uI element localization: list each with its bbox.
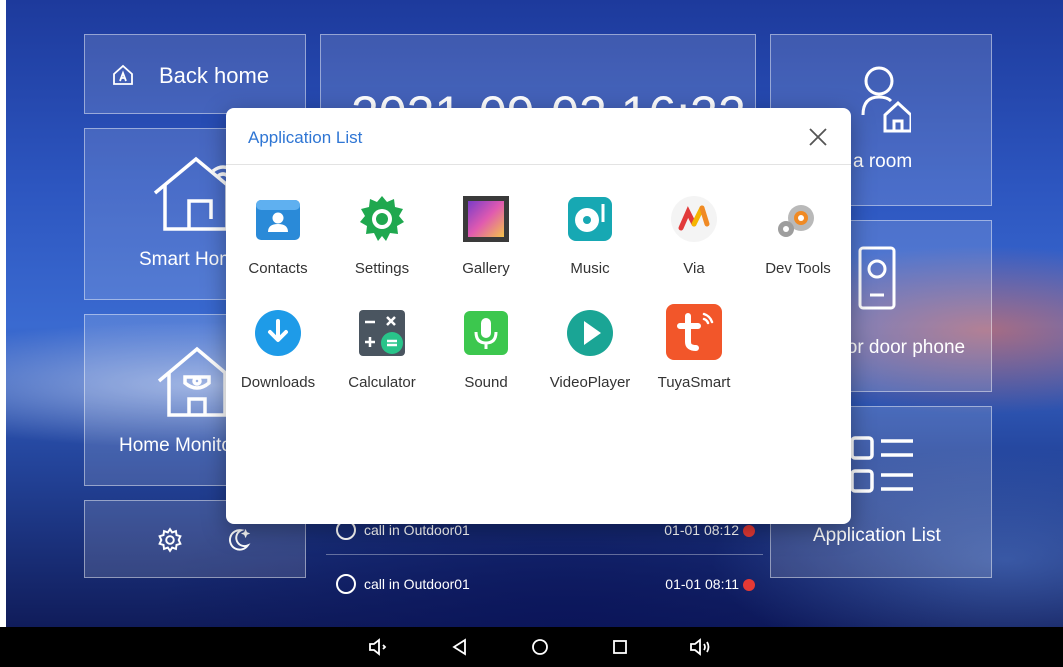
app-calculator[interactable]: Calculator (332, 308, 432, 408)
app-label: Calculator (348, 374, 416, 391)
gallery-icon (463, 196, 509, 242)
volume-down-icon[interactable] (366, 635, 390, 659)
music-icon (568, 197, 612, 241)
settings-icon (360, 196, 404, 241)
app-label: Gallery (462, 260, 510, 277)
dev-tools-icon (778, 205, 814, 237)
app-contacts[interactable]: Contacts (228, 194, 328, 294)
contacts-icon (256, 200, 300, 240)
sound-recorder-icon (464, 311, 508, 355)
app-label: Settings (354, 260, 410, 277)
app-label: Dev Tools (765, 260, 831, 277)
app-via[interactable]: Via (644, 194, 744, 294)
app-label: Contacts (248, 260, 308, 277)
app-label: Downloads (240, 374, 316, 391)
app-label: TuyaSmart (657, 374, 731, 391)
unread-badge (743, 579, 755, 591)
record-divider (326, 554, 763, 555)
call-record-time: 01-01 08:11 (665, 576, 739, 592)
app-list-icon (850, 436, 913, 493)
via-icon (671, 196, 717, 242)
app-label: Music (570, 260, 610, 277)
downloads-icon (255, 310, 301, 356)
app-sound[interactable]: Sound (436, 308, 536, 408)
door-phone-icon (858, 246, 896, 310)
app-gallery[interactable]: Gallery (436, 194, 536, 294)
volume-up-icon[interactable] (688, 635, 712, 659)
dialog-header: Application List (226, 108, 851, 165)
app-settings[interactable]: Settings (332, 194, 432, 294)
close-icon[interactable] (807, 126, 829, 148)
calculator-icon (359, 310, 405, 356)
tuya-smart-icon (666, 304, 722, 360)
home-icon (113, 64, 133, 85)
application-list-label: Application List (813, 525, 941, 546)
unread-badge (743, 525, 755, 537)
app-downloads[interactable]: Downloads (228, 308, 328, 408)
navigation-bar (0, 627, 1063, 667)
app-label: VideoPlayer (549, 374, 631, 391)
call-record-time: 01-01 08:12 (664, 522, 739, 538)
app-videoplayer[interactable]: VideoPlayer (540, 308, 640, 408)
home-nav-icon[interactable] (528, 635, 552, 659)
recents-icon[interactable] (608, 635, 632, 659)
home-monitor-label: Home Monitor (119, 435, 239, 456)
app-music[interactable]: Music (540, 194, 640, 294)
call-record-text: call in Outdoor01 (364, 522, 470, 538)
night-mode-icon[interactable] (225, 527, 251, 553)
app-label: Via (683, 260, 705, 277)
app-tuyasmart[interactable]: TuyaSmart (644, 304, 744, 408)
call-record-icon (336, 574, 356, 594)
app-dev-tools[interactable]: Dev Tools (748, 194, 848, 294)
back-home-label: Back home (159, 63, 270, 88)
dialog-title: Application List (248, 128, 363, 147)
application-list-dialog: Application List Contacts Settings Galle… (226, 108, 851, 524)
gear-icon[interactable] (157, 527, 183, 553)
call-record-row[interactable]: call in Outdoor01 01-01 08:11 (326, 562, 763, 612)
app-label: Sound (464, 374, 508, 391)
back-home-tile[interactable]: Back home (84, 34, 306, 114)
call-record-text: call in Outdoor01 (364, 576, 470, 592)
back-icon[interactable] (448, 635, 472, 659)
video-player-icon (567, 310, 613, 356)
call-room-icon (861, 66, 911, 133)
